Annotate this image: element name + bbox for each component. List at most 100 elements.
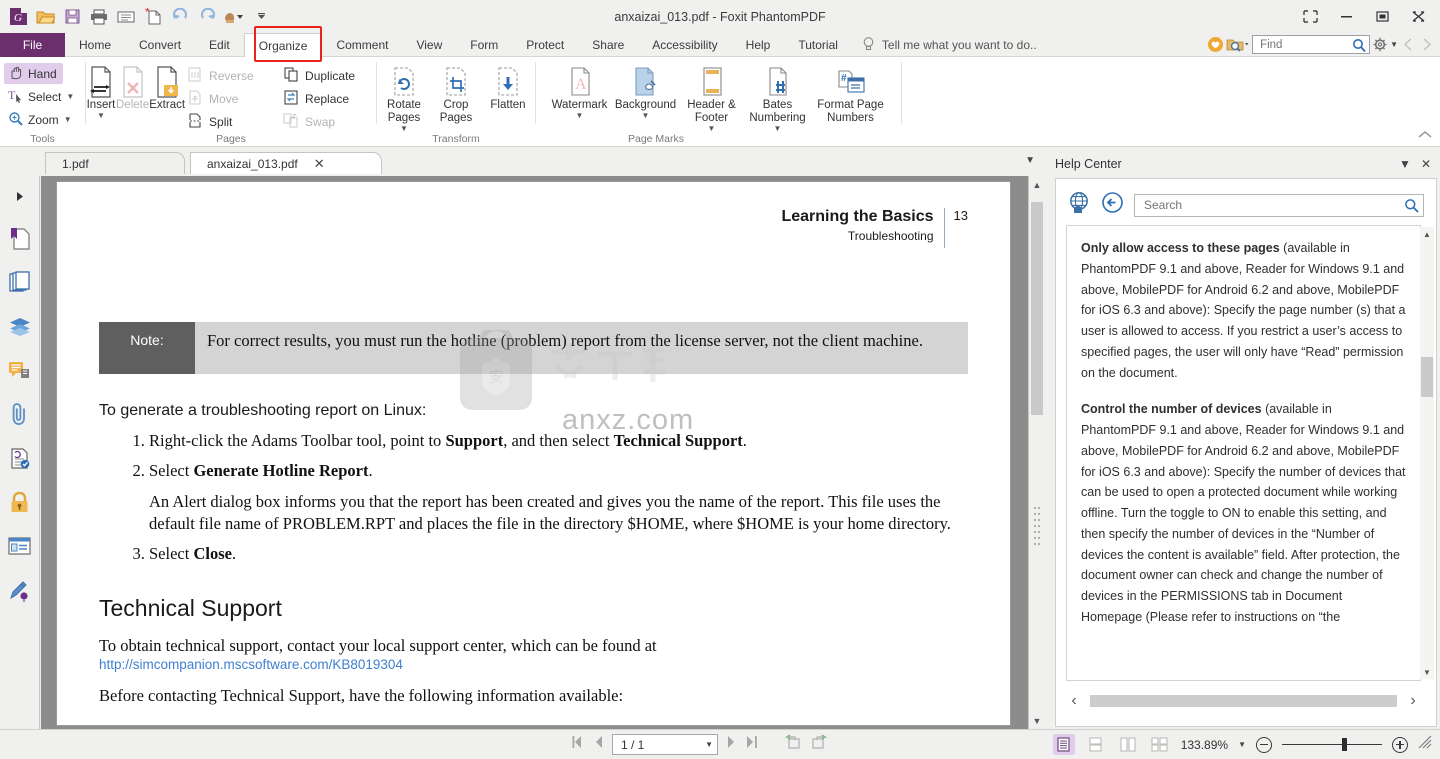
sidebar-item-comments[interactable] [0, 348, 40, 392]
chevron-down-icon[interactable]: ▼ [64, 115, 72, 124]
split-pages-button[interactable]: Split [185, 110, 281, 133]
sidebar-item-page-thumbnails[interactable] [0, 260, 40, 304]
document-scroll-thumb[interactable] [1031, 202, 1043, 415]
zoom-slider[interactable] [1282, 738, 1382, 752]
rotate-pages-button[interactable]: Rotate Pages ▼ [378, 61, 430, 133]
background-button[interactable]: Background ▼ [613, 61, 679, 120]
help-scroll-up-icon[interactable]: ▲ [1420, 227, 1434, 241]
single-page-view-button[interactable] [1052, 734, 1075, 755]
create-pdf-icon[interactable]: * [140, 4, 166, 30]
email-icon[interactable] [113, 4, 139, 30]
chevron-down-icon[interactable]: ▼ [66, 92, 74, 101]
last-page-icon[interactable] [745, 735, 760, 754]
foxit-logo-icon[interactable]: G [5, 4, 31, 30]
document-vertical-scrollbar[interactable]: ▲ ▼ [1028, 176, 1044, 729]
search-documents-icon[interactable] [1226, 36, 1250, 53]
move-pages-button[interactable]: Move [185, 87, 281, 110]
close-icon[interactable]: ✕ [314, 156, 325, 172]
help-hscroll-thumb[interactable] [1090, 695, 1397, 707]
zoom-in-icon[interactable] [1392, 736, 1408, 753]
tool-hand[interactable]: Hand [4, 63, 63, 84]
tab-organize[interactable]: Organize [243, 33, 323, 58]
sidebar-item-attachments[interactable] [0, 392, 40, 436]
help-scroll-thumb[interactable] [1421, 357, 1433, 397]
doc-support-link[interactable]: http://simcompanion.mscsoftware.com/KB80… [99, 657, 968, 672]
tab-comment[interactable]: Comment [322, 33, 402, 57]
help-horizontal-scrollbar[interactable]: ‹ › [1066, 690, 1421, 712]
tool-select[interactable]: T Select ▼ [4, 86, 80, 107]
settings-caret-icon[interactable]: ▼ [1390, 40, 1398, 49]
help-scroll-down-icon[interactable]: ▼ [1420, 665, 1434, 679]
watermark-button[interactable]: A Watermark ▼ [547, 61, 613, 120]
scroll-up-icon[interactable]: ▲ [1029, 176, 1045, 193]
print-icon[interactable] [86, 4, 112, 30]
close-icon[interactable]: ✕ [1421, 157, 1431, 171]
bates-numbering-button[interactable]: Bates Numbering ▼ [745, 61, 811, 133]
first-page-icon[interactable] [570, 735, 585, 754]
reverse-pages-button[interactable]: Reverse [185, 64, 281, 87]
minimize-button[interactable] [1328, 4, 1364, 30]
extract-pages-button[interactable]: Extract [149, 61, 185, 112]
close-button[interactable] [1400, 4, 1436, 30]
undo-icon[interactable] [167, 4, 193, 30]
next-page-icon[interactable] [726, 735, 737, 754]
sidebar-expand-arrow[interactable] [0, 176, 39, 216]
settings-gear-icon[interactable] [1372, 37, 1388, 52]
doc-tab-1[interactable]: 1.pdf [45, 152, 185, 174]
tab-tutorial[interactable]: Tutorial [784, 33, 852, 57]
sidebar-item-digital-signatures[interactable] [0, 436, 40, 480]
replace-pages-button[interactable]: Replace [281, 87, 377, 110]
next-view-icon[interactable] [810, 734, 828, 755]
delete-pages-button[interactable]: Delete [116, 61, 149, 112]
swap-pages-button[interactable]: Swap [281, 110, 377, 133]
previous-view-icon[interactable] [784, 734, 802, 755]
chevron-down-icon[interactable]: ▼ [642, 112, 650, 120]
tab-home[interactable]: Home [65, 33, 125, 57]
sidebar-item-layers[interactable] [0, 304, 40, 348]
tab-share[interactable]: Share [578, 33, 638, 57]
globe-home-icon[interactable] [1068, 191, 1091, 219]
sidebar-item-bookmarks[interactable] [0, 216, 40, 260]
tab-help[interactable]: Help [732, 33, 785, 57]
nav-back-icon[interactable] [1400, 35, 1416, 55]
flatten-button[interactable]: Flatten [482, 61, 534, 112]
collapse-ribbon-icon[interactable] [1418, 130, 1432, 142]
qat-dropdown-icon[interactable] [248, 4, 274, 30]
tab-file[interactable]: File [0, 33, 65, 57]
fullscreen-icon[interactable] [1292, 4, 1328, 30]
tab-list-chevron-down-icon[interactable]: ▼ [1025, 155, 1035, 166]
save-icon[interactable] [59, 4, 85, 30]
tell-me-box[interactable]: Tell me what you want to do.. [852, 33, 1047, 56]
find-input[interactable] [1258, 37, 1353, 52]
zoom-chevron-down-icon[interactable]: ▼ [1238, 740, 1246, 749]
back-arrow-icon[interactable] [1101, 191, 1124, 219]
help-vertical-scrollbar[interactable]: ▲ ▼ [1420, 227, 1434, 679]
tab-view[interactable]: View [402, 33, 456, 57]
customize-icon[interactable] [221, 4, 247, 30]
format-page-numbers-button[interactable]: # Format Page Numbers [811, 61, 891, 125]
redo-icon[interactable] [194, 4, 220, 30]
zoom-out-icon[interactable] [1256, 736, 1272, 753]
continuous-view-button[interactable] [1085, 734, 1107, 755]
zoom-level-value[interactable]: 133.89% [1181, 738, 1228, 752]
find-search-icon[interactable] [1352, 38, 1366, 52]
tab-edit[interactable]: Edit [195, 33, 244, 57]
help-search-input[interactable] [1142, 197, 1404, 213]
help-search-box[interactable] [1134, 193, 1424, 217]
open-icon[interactable] [32, 4, 58, 30]
sidebar-item-sign[interactable] [0, 568, 40, 612]
pdf-page[interactable]: Learning the Basics Troubleshooting 13 N… [56, 181, 1011, 726]
nav-forward-icon[interactable] [1418, 35, 1434, 55]
doc-tab-2[interactable]: anxaizai_013.pdf ✕ [190, 152, 382, 174]
chevron-down-icon[interactable]: ▼ [97, 112, 105, 120]
help-hscroll-right-icon[interactable]: › [1405, 692, 1421, 710]
tab-protect[interactable]: Protect [512, 33, 578, 57]
splitter-grip-icon[interactable] [1033, 506, 1041, 550]
search-icon[interactable] [1404, 198, 1419, 213]
chevron-down-icon[interactable]: ▼ [576, 112, 584, 120]
tool-zoom[interactable]: Zoom ▼ [4, 109, 78, 130]
prev-page-icon[interactable] [593, 735, 604, 754]
duplicate-pages-button[interactable]: Duplicate [281, 64, 377, 87]
tab-accessibility[interactable]: Accessibility [638, 33, 731, 57]
continuous-facing-view-button[interactable] [1149, 734, 1171, 755]
